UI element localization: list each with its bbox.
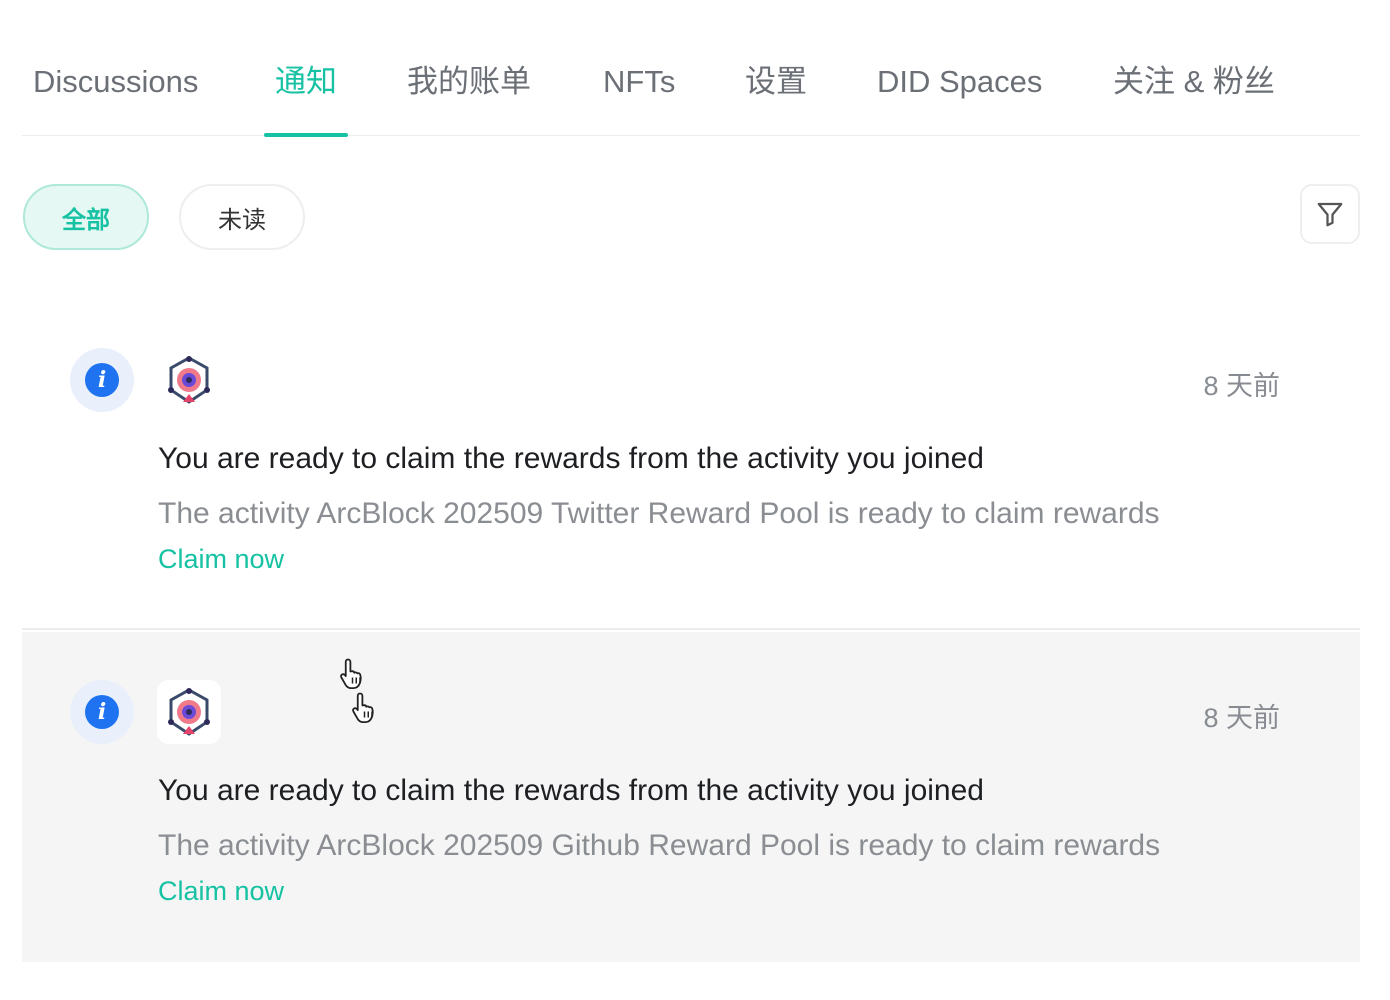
info-icon-badge: i [70,348,134,412]
tab-notifications[interactable]: 通知 [264,56,348,137]
tab-nfts[interactable]: NFTs [603,56,675,136]
notification-title: You are ready to claim the rewards from … [158,774,984,807]
tab-discussions[interactable]: Discussions [33,56,198,136]
notifications-page: Discussions 通知 我的账单 NFTs 设置 DID Spaces 关… [0,0,1390,1000]
tab-did-spaces[interactable]: DID Spaces [877,56,1042,136]
notification-time: 8 天前 [1203,703,1280,733]
tab-my-bills[interactable]: 我的账单 [407,56,531,136]
notification-time: 8 天前 [1203,371,1280,401]
filter-button[interactable] [1300,184,1360,244]
funnel-icon [1317,202,1343,227]
info-icon: i [85,363,119,397]
tab-notifications-label: 通知 [275,64,337,99]
arcblock-app-icon [157,348,221,412]
info-icon-badge: i [70,680,134,744]
notification-title: You are ready to claim the rewards from … [158,442,984,475]
hand-cursor-icon [352,692,374,724]
tab-settings[interactable]: 设置 [745,56,807,136]
info-icon: i [85,695,119,729]
claim-now-link[interactable]: Claim now [158,544,284,575]
claim-now-link[interactable]: Claim now [158,876,284,907]
notification-description: The activity ArcBlock 202509 Twitter Rew… [158,497,1160,530]
notification-item[interactable]: i 8 天前 You are ready to claim the reward… [22,300,1360,630]
notification-item[interactable]: i 8 天前 You are ready to claim the reward… [22,632,1360,962]
active-tab-indicator [264,133,348,137]
arcblock-app-icon [157,680,221,744]
filter-all-chip[interactable]: 全部 [23,184,149,250]
tab-bar: Discussions 通知 我的账单 NFTs 设置 DID Spaces 关… [22,0,1360,137]
filter-unread-chip[interactable]: 未读 [179,184,305,250]
notification-description: The activity ArcBlock 202509 Github Rewa… [158,829,1161,862]
tab-follow-fans[interactable]: 关注 & 粉丝 [1113,56,1275,136]
